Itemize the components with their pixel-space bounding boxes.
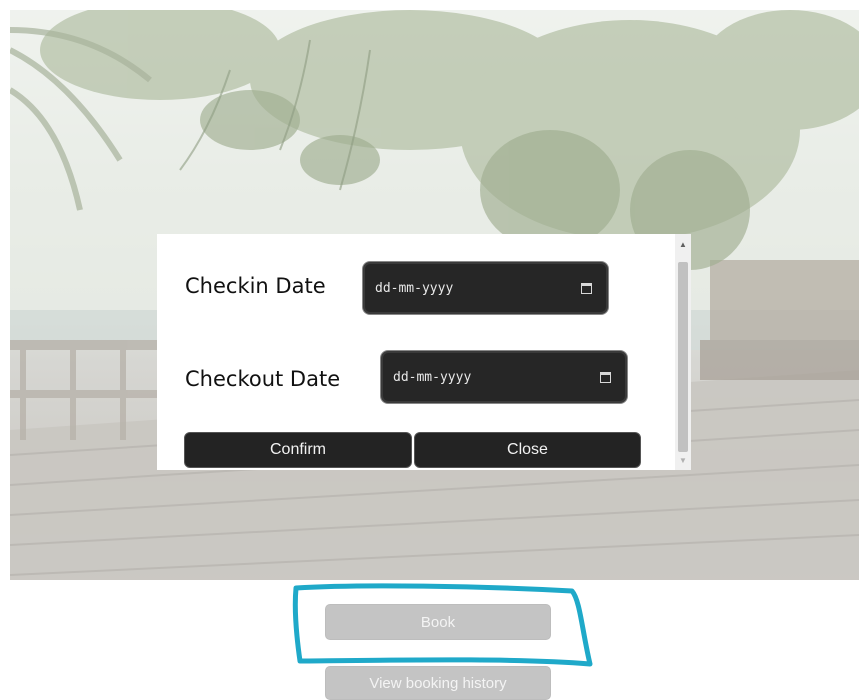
close-button[interactable]: Close <box>414 432 641 468</box>
book-button[interactable]: Book <box>325 604 551 640</box>
checkin-label: Checkin Date <box>185 274 326 298</box>
scroll-down-arrow-icon[interactable]: ▼ <box>675 452 691 468</box>
scroll-thumb[interactable] <box>678 262 688 452</box>
confirm-button[interactable]: Confirm <box>184 432 412 468</box>
checkin-date-placeholder: dd-mm-yyyy <box>375 280 454 296</box>
checkout-date-input[interactable]: dd-mm-yyyy <box>381 351 627 403</box>
checkout-label: Checkout Date <box>185 367 341 391</box>
booking-date-modal: Checkin Date dd-mm-yyyy Checkout Date dd… <box>157 234 691 470</box>
calendar-icon[interactable] <box>581 283 592 294</box>
modal-scrollbar[interactable]: ▲ ▼ <box>675 234 691 470</box>
scroll-up-arrow-icon[interactable]: ▲ <box>675 236 691 252</box>
calendar-icon[interactable] <box>600 372 611 383</box>
view-booking-history-button[interactable]: View booking history <box>325 666 551 700</box>
checkout-date-placeholder: dd-mm-yyyy <box>393 369 472 385</box>
checkin-date-input[interactable]: dd-mm-yyyy <box>363 262 608 314</box>
